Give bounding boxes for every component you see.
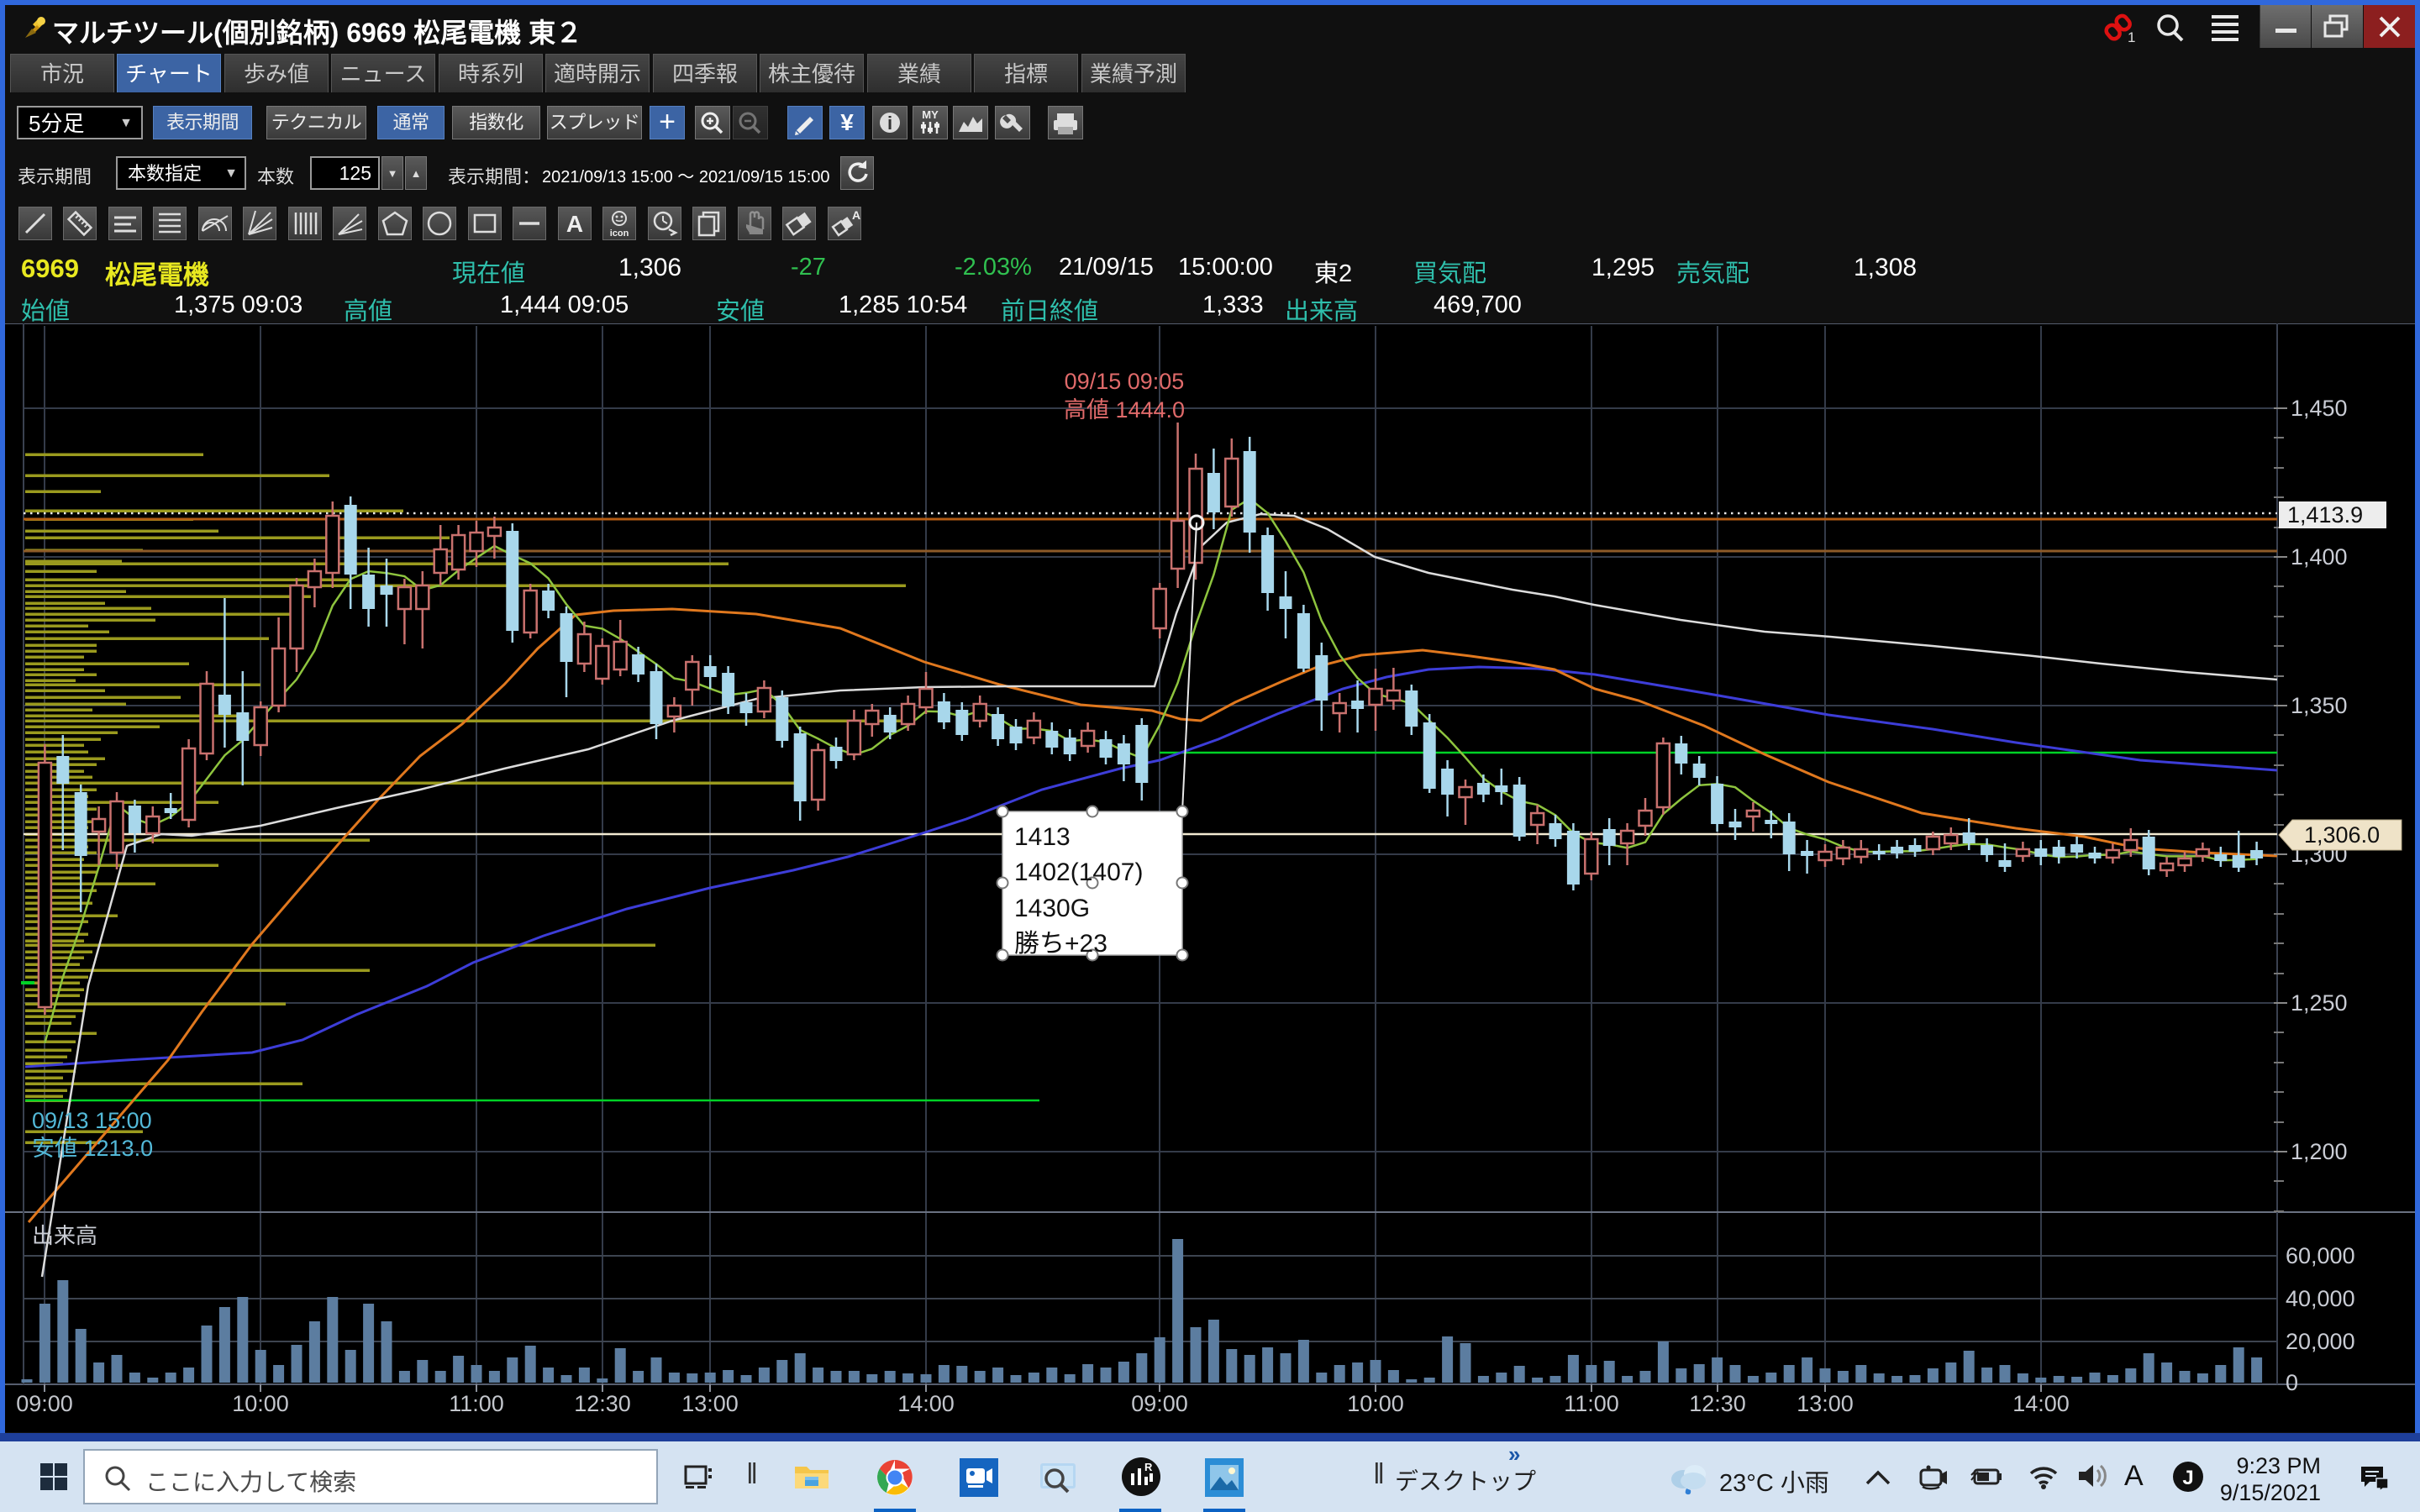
svg-text:13:00: 13:00 (1797, 1391, 1854, 1416)
svg-text:R: R (1144, 1461, 1153, 1473)
svg-text:高値 1444.0: 高値 1444.0 (1064, 397, 1185, 423)
svg-text:60,000: 60,000 (2286, 1243, 2355, 1268)
svg-text:MY: MY (922, 108, 939, 121)
svg-text:40,000: 40,000 (2286, 1286, 2355, 1311)
svg-text:1430G: 1430G (1014, 895, 1090, 922)
svg-text:1,450: 1,450 (2291, 396, 2348, 421)
svg-text:J: J (2182, 1467, 2193, 1489)
svg-text:icon: icon (610, 228, 629, 239)
svg-text:A: A (852, 208, 860, 222)
svg-text:09/13 15:00: 09/13 15:00 (32, 1108, 152, 1133)
svg-text:0: 0 (2286, 1370, 2298, 1395)
svg-text:09/15 09:05: 09/15 09:05 (1065, 369, 1185, 394)
svg-text:1,413.9: 1,413.9 (2287, 502, 2363, 528)
svg-text:20,000: 20,000 (2286, 1329, 2355, 1354)
svg-text:i: i (887, 113, 892, 134)
svg-text:1,200: 1,200 (2291, 1139, 2348, 1164)
svg-text:14:00: 14:00 (897, 1391, 955, 1416)
svg-text:10:00: 10:00 (1347, 1391, 1404, 1416)
svg-text:A: A (566, 211, 583, 237)
svg-text:11:00: 11:00 (1564, 1391, 1619, 1416)
svg-text:10:00: 10:00 (232, 1391, 289, 1416)
svg-text:1,400: 1,400 (2291, 544, 2348, 570)
svg-text:1,306.0: 1,306.0 (2304, 822, 2380, 848)
svg-text:12:30: 12:30 (1689, 1391, 1746, 1416)
svg-text:09:00: 09:00 (16, 1391, 73, 1416)
svg-text:1,250: 1,250 (2291, 990, 2348, 1016)
svg-text:出来高: 出来高 (32, 1223, 97, 1248)
svg-text:1,350: 1,350 (2291, 693, 2348, 718)
svg-text:1402(1407): 1402(1407) (1014, 858, 1143, 886)
svg-text:1413: 1413 (1014, 823, 1071, 851)
svg-text:14:00: 14:00 (2012, 1391, 2070, 1416)
svg-text:09:00: 09:00 (1131, 1391, 1188, 1416)
svg-text:1: 1 (2128, 29, 2135, 44)
svg-text:12:30: 12:30 (574, 1391, 631, 1416)
svg-text:11:00: 11:00 (449, 1391, 504, 1416)
svg-text:勝ち+23: 勝ち+23 (1014, 930, 1107, 958)
svg-text:13:00: 13:00 (681, 1391, 739, 1416)
svg-text:安値 1213.0: 安値 1213.0 (32, 1136, 153, 1161)
